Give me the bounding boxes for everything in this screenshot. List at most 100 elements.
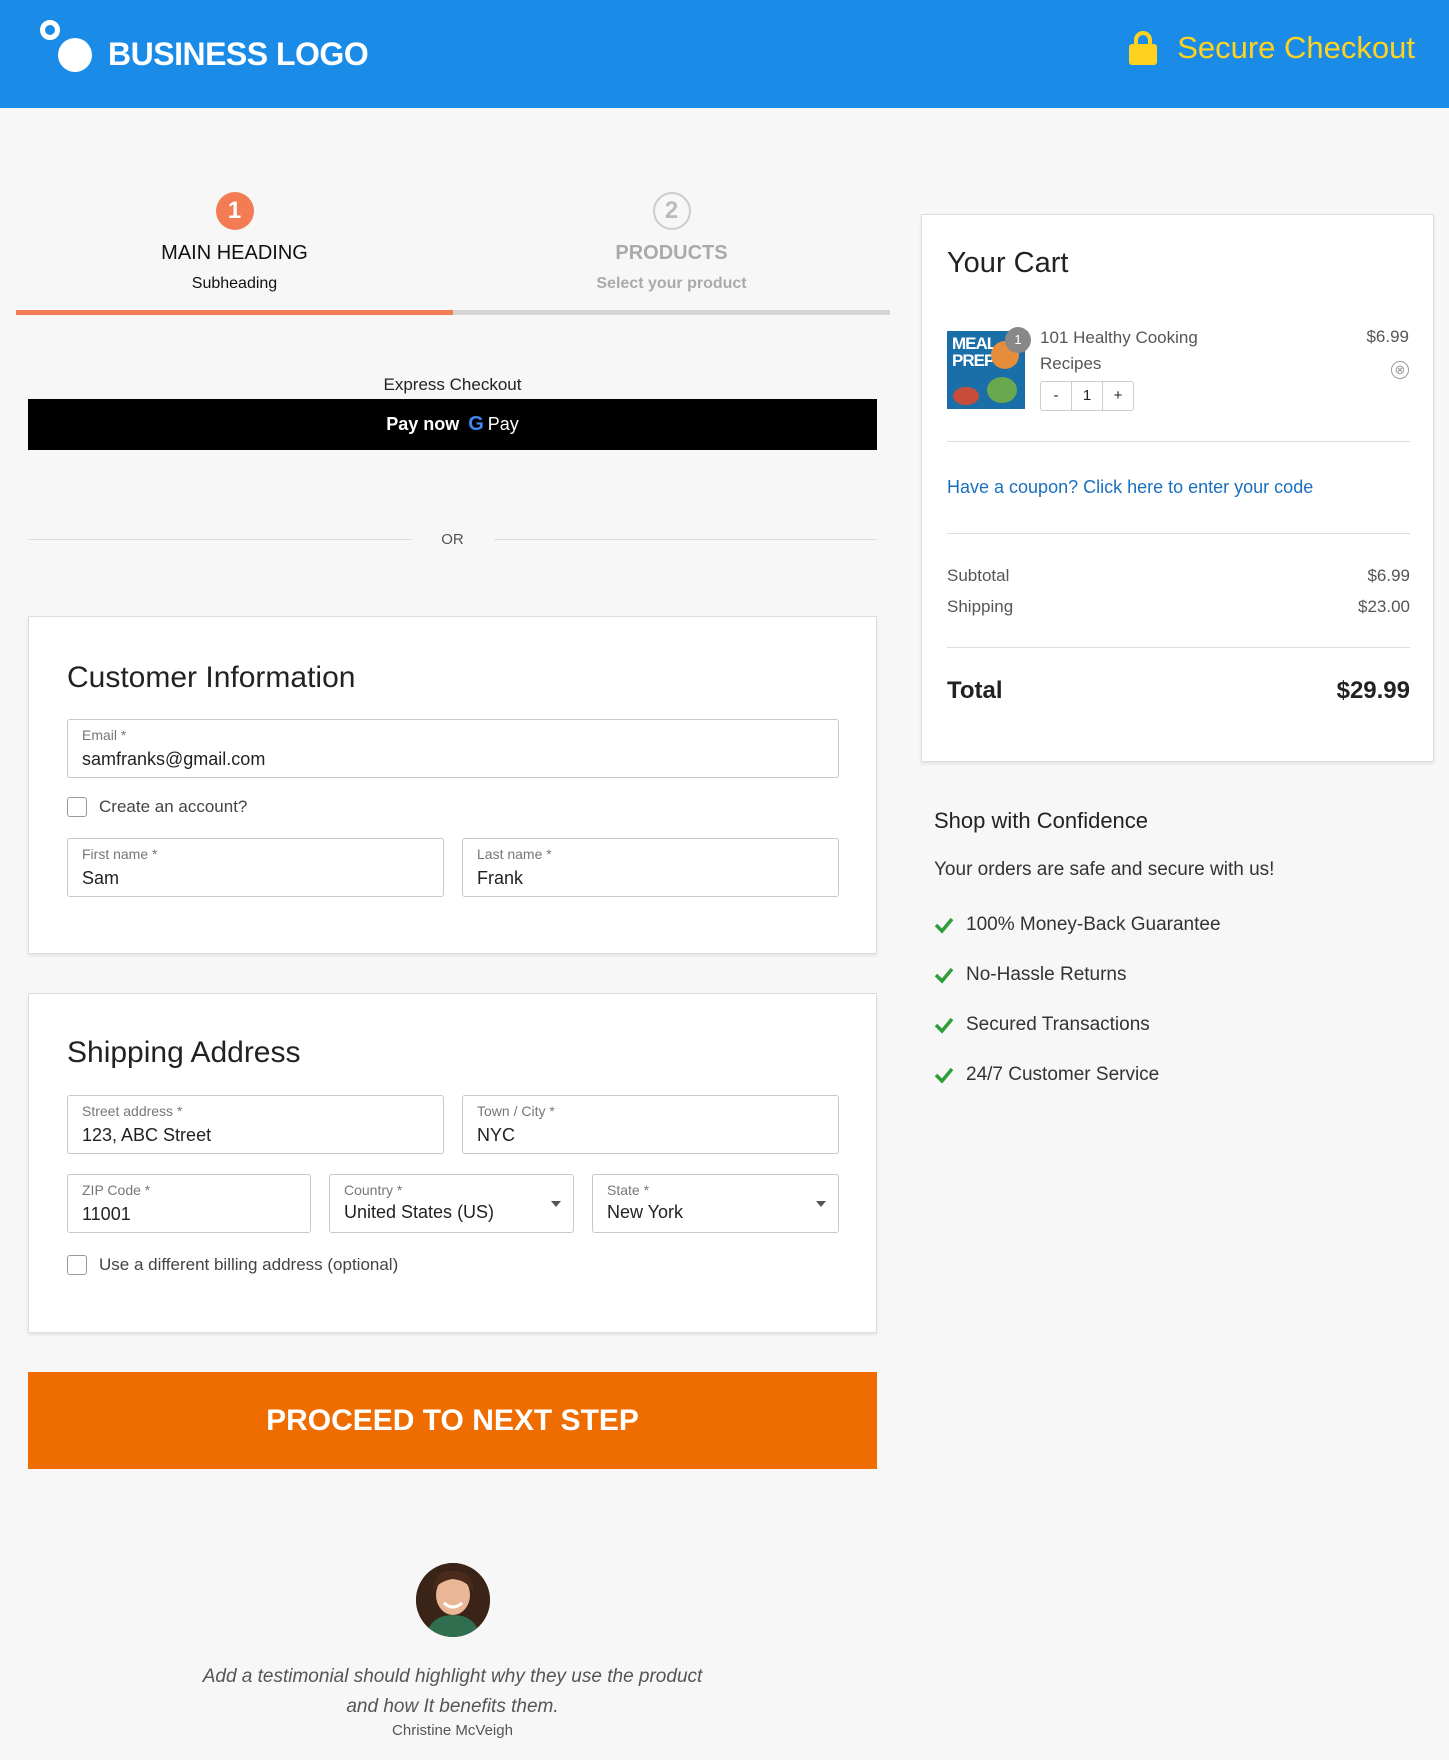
testimonial-author: Christine McVeigh (392, 1722, 513, 1739)
total-label: Total (947, 677, 1003, 704)
testimonial-line-1: Add a testimonial should highlight why t… (202, 1666, 703, 1687)
testimonial-quote: Add a testimonial should highlight why t… (28, 1662, 877, 1722)
total-value: $29.99 (1336, 677, 1410, 704)
product-name-line: Recipes (1040, 354, 1102, 373)
different-billing-checkbox[interactable]: Use a different billing address (optiona… (67, 1255, 398, 1275)
zip-code-field[interactable]: ZIP Code * 11001 (67, 1174, 311, 1233)
quantity-stepper[interactable]: - 1 + (1040, 381, 1134, 411)
step-main-heading[interactable]: 1 MAIN HEADING Subheading (16, 192, 453, 293)
first-name-field[interactable]: First name * Sam (67, 838, 444, 897)
logo-text: BUSINESS LOGO (108, 35, 369, 72)
remove-item-icon[interactable]: ⊗ (1391, 361, 1409, 379)
confidence-item-label: Secured Transactions (966, 1014, 1150, 1035)
product-name: 101 Healthy Cooking Recipes (1040, 325, 1240, 377)
chevron-down-icon (816, 1201, 826, 1207)
shipping-label: Shipping (947, 597, 1014, 616)
subtotal-value: $6.99 (1367, 566, 1410, 585)
secure-checkout-badge: Secure Checkout (1129, 30, 1415, 66)
state-select[interactable]: State * New York (592, 1174, 839, 1233)
step-subtitle: Subheading (191, 275, 278, 292)
email-field[interactable]: Email * samfranks@gmail.com (67, 719, 839, 778)
gpay-label: Pay (487, 414, 519, 434)
create-account-label: Create an account? (99, 797, 248, 816)
state-value: New York (607, 1202, 684, 1222)
confidence-item-label: 24/7 Customer Service (966, 1064, 1160, 1085)
checkmark-icon (934, 967, 954, 984)
shipping-address-card: Shipping Address Street address * 123, A… (28, 993, 877, 1333)
shipping-row: Shipping $23.00 (947, 597, 1410, 617)
google-g-icon: G (468, 413, 484, 435)
create-account-checkbox[interactable]: Create an account? (67, 797, 247, 817)
confidence-subtitle: Your orders are safe and secure with us! (934, 859, 1275, 880)
state-label: State * (607, 1182, 650, 1198)
express-checkout-label: Express Checkout (383, 375, 522, 394)
street-address-value: 123, ABC Street (82, 1125, 212, 1145)
confidence-item-label: 100% Money-Back Guarantee (966, 914, 1221, 935)
shipping-value: $23.00 (1358, 597, 1410, 616)
product-price: $6.99 (1366, 327, 1409, 346)
google-pay-button[interactable]: Pay now G Pay (28, 399, 877, 450)
thumbnail-cover-text: PREP (952, 351, 995, 370)
zip-code-value: 11001 (82, 1204, 131, 1224)
proceed-to-next-step-button[interactable]: PROCEED TO NEXT STEP (28, 1372, 877, 1469)
street-address-label: Street address * (82, 1103, 183, 1119)
or-divider: OR (28, 529, 877, 553)
last-name-value: Frank (477, 868, 524, 888)
checkbox-box[interactable] (67, 1255, 87, 1275)
country-label: Country * (344, 1182, 403, 1198)
decrease-quantity-button[interactable]: - (1041, 382, 1071, 410)
chevron-down-icon (551, 1201, 561, 1207)
different-billing-label: Use a different billing address (optiona… (99, 1255, 399, 1274)
business-logo[interactable]: BUSINESS LOGO (40, 18, 369, 78)
last-name-label: Last name * (477, 846, 552, 862)
checkmark-icon (934, 1067, 954, 1084)
country-select[interactable]: Country * United States (US) (329, 1174, 574, 1233)
divider (947, 441, 1410, 442)
city-label: Town / City * (477, 1103, 555, 1119)
city-field[interactable]: Town / City * NYC (462, 1095, 839, 1154)
secure-checkout-label: Secure Checkout (1177, 30, 1415, 65)
coupon-link[interactable]: Have a coupon? Click here to enter your … (947, 477, 1313, 498)
increase-quantity-button[interactable]: + (1103, 382, 1133, 410)
step-title: MAIN HEADING (161, 242, 308, 264)
confidence-item: Secured Transactions (934, 1014, 1150, 1036)
street-address-field[interactable]: Street address * 123, ABC Street (67, 1095, 444, 1154)
cart-panel: Your Cart MEAL PREP 1 101 Healthy Cookin… (921, 214, 1434, 762)
country-value: United States (US) (344, 1202, 495, 1222)
confidence-item: 100% Money-Back Guarantee (934, 914, 1221, 936)
email-value: samfranks@gmail.com (82, 749, 266, 769)
testimonial-avatar (416, 1563, 490, 1637)
confidence-item: 24/7 Customer Service (934, 1064, 1159, 1086)
quantity-badge: 1 (1005, 327, 1031, 353)
pay-now-label: Pay now (386, 414, 460, 434)
logo-icon (40, 20, 96, 76)
divider (947, 647, 1410, 648)
first-name-label: First name * (82, 846, 158, 862)
step-progress-bar (16, 310, 890, 315)
step-products[interactable]: 2 PRODUCTS Select your product (453, 192, 890, 293)
step-number: 1 (215, 192, 254, 230)
thumbnail-cover-text: MEAL (952, 334, 997, 353)
checkmark-icon (934, 917, 954, 934)
customer-information-title: Customer Information (67, 661, 356, 694)
checkbox-box[interactable] (67, 797, 87, 817)
zip-code-label: ZIP Code * (82, 1182, 151, 1198)
step-subtitle: Select your product (596, 275, 747, 292)
testimonial-line-2: and how It benefits them. (346, 1696, 559, 1717)
step-number: 2 (652, 192, 691, 230)
quantity-value[interactable]: 1 (1071, 382, 1103, 410)
city-value: NYC (477, 1125, 516, 1145)
lock-icon (1129, 31, 1158, 65)
confidence-item-label: No-Hassle Returns (966, 964, 1127, 985)
last-name-field[interactable]: Last name * Frank (462, 838, 839, 897)
checkout-steps: 1 MAIN HEADING Subheading 2 PRODUCTS Sel… (16, 192, 890, 316)
subtotal-row: Subtotal $6.99 (947, 566, 1410, 586)
customer-information-card: Customer Information Email * samfranks@g… (28, 616, 877, 954)
first-name-value: Sam (82, 868, 120, 888)
checkmark-icon (934, 1017, 954, 1034)
confidence-title: Shop with Confidence (934, 808, 1149, 833)
product-name-line: 101 Healthy Cooking (1040, 328, 1198, 347)
email-label: Email * (82, 727, 127, 743)
confidence-item: No-Hassle Returns (934, 964, 1127, 986)
total-row: Total $29.99 (947, 677, 1410, 705)
